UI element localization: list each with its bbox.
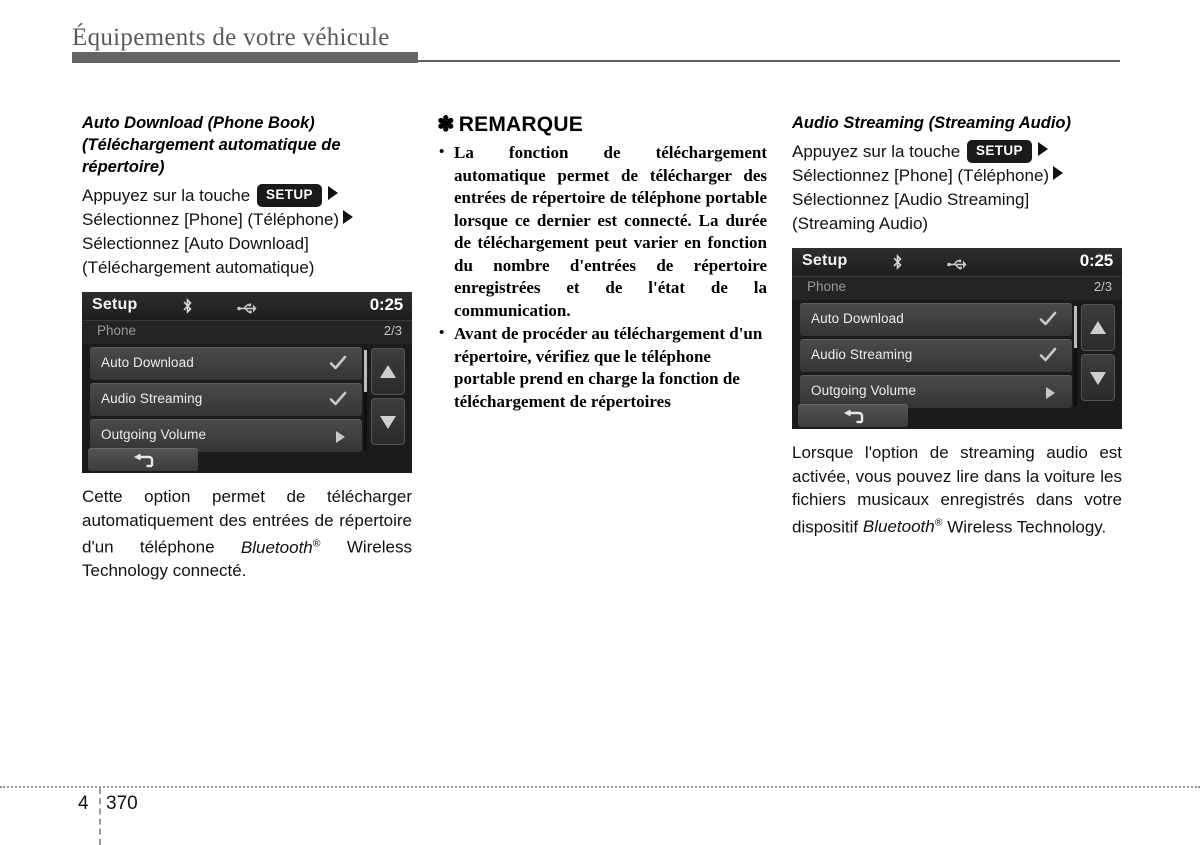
back-arrow-icon bbox=[842, 408, 864, 425]
note-column: ✽REMARQUE La fonction de téléchargement … bbox=[437, 112, 767, 414]
setup-key-chip[interactable]: SETUP bbox=[256, 184, 322, 207]
right-step-1-text: Appuyez sur la touche bbox=[792, 142, 961, 161]
left-step-2-text: Sélectionnez [Phone] (Téléphone) bbox=[82, 210, 340, 229]
page-title: Équipements de votre véhicule bbox=[72, 24, 390, 51]
check-icon bbox=[1038, 309, 1058, 329]
device-screen-audio-streaming[interactable]: Setup 0:25 Phone 2/3 Auto Download Audio… bbox=[792, 248, 1122, 429]
device-row-label: Outgoing Volume bbox=[101, 427, 207, 442]
device-menu-list: Auto Download Audio Streaming Outgoing V… bbox=[800, 303, 1072, 411]
device-status-bar: Setup 0:25 bbox=[792, 248, 1122, 277]
device-sub-bar: Phone 2/3 bbox=[792, 277, 1122, 300]
device-scrollbar-thumb[interactable] bbox=[1074, 306, 1077, 348]
bluetooth-icon bbox=[892, 254, 903, 270]
check-icon bbox=[1038, 345, 1058, 365]
device-row-label: Outgoing Volume bbox=[811, 383, 917, 398]
note-bullet-text: Avant de procéder au téléchargement d'un… bbox=[454, 324, 763, 411]
triangle-down-icon bbox=[380, 416, 396, 429]
device-scroll-up-button[interactable] bbox=[1081, 304, 1115, 351]
device-title: Setup bbox=[92, 296, 138, 313]
device-back-button[interactable] bbox=[88, 448, 198, 471]
device-scroll-up-button[interactable] bbox=[371, 348, 405, 395]
usb-icon bbox=[237, 301, 257, 314]
device-row-label: Auto Download bbox=[811, 311, 904, 326]
device-subtitle: Phone bbox=[807, 279, 847, 294]
right-step-2: Sélectionnez [Phone] (Téléphone) bbox=[792, 164, 1122, 188]
left-step-4: (Téléchargement automatique) bbox=[82, 258, 315, 277]
arrow-right-icon bbox=[1037, 142, 1048, 156]
right-step-2-text: Sélectionnez [Phone] (Téléphone) bbox=[792, 166, 1050, 185]
footer-vertical-divider bbox=[99, 788, 101, 845]
triangle-down-icon bbox=[1090, 372, 1106, 385]
device-row-audio-streaming[interactable]: Audio Streaming bbox=[800, 339, 1072, 372]
left-step-3: Sélectionnez [Auto Download] bbox=[82, 234, 309, 253]
header-rule bbox=[72, 52, 1120, 63]
device-back-button[interactable] bbox=[798, 404, 908, 427]
device-clock: 0:25 bbox=[369, 295, 403, 314]
left-step-1: Appuyez sur la touche SETUP bbox=[82, 184, 412, 208]
left-section-heading: Auto Download (Phone Book) (Téléchargeme… bbox=[82, 114, 341, 176]
bluetooth-word: Bluetooth bbox=[240, 537, 313, 557]
device-row-auto-download[interactable]: Auto Download bbox=[800, 303, 1072, 336]
right-column: Audio Streaming (Streaming Audio) Appuye… bbox=[792, 112, 1122, 539]
check-icon bbox=[328, 389, 348, 409]
device-page-indicator: 2/3 bbox=[1093, 279, 1112, 294]
registered-mark: ® bbox=[312, 537, 321, 549]
back-arrow-icon bbox=[132, 452, 154, 469]
note-bullet-text: La fonction de téléchargement automatiqu… bbox=[454, 143, 767, 320]
arrow-right-icon bbox=[327, 186, 338, 200]
right-section-heading: Audio Streaming (Streaming Audio) bbox=[792, 114, 1071, 132]
note-heading: ✽ REMARQUE bbox=[437, 112, 767, 137]
device-status-bar: Setup 0:25 bbox=[82, 292, 412, 321]
device-scroll-down-button[interactable] bbox=[1081, 354, 1115, 401]
check-icon bbox=[328, 353, 348, 373]
bluetooth-icon bbox=[182, 298, 193, 314]
device-page-indicator: 2/3 bbox=[383, 323, 402, 338]
left-body-text: Cette option permet de télécharger autom… bbox=[82, 485, 412, 583]
device-clock: 0:25 bbox=[1079, 251, 1113, 270]
right-body-text: Lorsque l'option de streaming audio est … bbox=[792, 441, 1122, 539]
footer-divider bbox=[0, 786, 1200, 788]
device-sub-bar: Phone 2/3 bbox=[82, 321, 412, 344]
footer-page-number: 370 bbox=[106, 793, 138, 814]
right-steps: Appuyez sur la touche SETUP Sélectionnez… bbox=[792, 140, 1122, 236]
usb-icon bbox=[947, 257, 967, 270]
chevron-right-icon bbox=[336, 431, 345, 443]
device-screen-auto-download[interactable]: Setup 0:25 Phone 2/3 Auto Download Audio… bbox=[82, 292, 412, 473]
footer-chapter-number: 4 bbox=[78, 793, 89, 814]
note-bullet-list: La fonction de téléchargement automatiqu… bbox=[437, 141, 767, 413]
chevron-right-icon bbox=[1046, 387, 1055, 399]
bluetooth-wordmark: Bluetooth® bbox=[240, 537, 321, 557]
device-subtitle: Phone bbox=[97, 323, 137, 338]
arrow-right-icon bbox=[343, 210, 354, 224]
note-heading-label: REMARQUE bbox=[458, 113, 583, 136]
setup-key-chip[interactable]: SETUP bbox=[966, 140, 1032, 163]
triangle-up-icon bbox=[380, 365, 396, 378]
device-row-label: Audio Streaming bbox=[101, 391, 203, 406]
asterisk-icon: ✽ bbox=[437, 113, 455, 136]
note-bullet: La fonction de téléchargement automatiqu… bbox=[437, 141, 767, 322]
right-step-4: (Streaming Audio) bbox=[792, 214, 929, 233]
device-row-label: Audio Streaming bbox=[811, 347, 913, 362]
triangle-up-icon bbox=[1090, 321, 1106, 334]
bluetooth-wordmark: Bluetooth® bbox=[862, 517, 943, 537]
right-step-3: Sélectionnez [Audio Streaming] bbox=[792, 190, 1030, 209]
device-row-audio-streaming[interactable]: Audio Streaming bbox=[90, 383, 362, 416]
arrow-right-icon bbox=[1053, 166, 1064, 180]
device-title: Setup bbox=[802, 252, 848, 269]
device-row-auto-download[interactable]: Auto Download bbox=[90, 347, 362, 380]
device-scroll-down-button[interactable] bbox=[371, 398, 405, 445]
device-menu-list: Auto Download Audio Streaming Outgoing V… bbox=[90, 347, 362, 455]
left-column: Auto Download (Phone Book) (Téléchargeme… bbox=[82, 112, 412, 583]
note-bullet: Avant de procéder au téléchargement d'un… bbox=[437, 322, 767, 413]
bluetooth-word: Bluetooth bbox=[862, 517, 935, 537]
left-step-2: Sélectionnez [Phone] (Téléphone) bbox=[82, 208, 412, 232]
device-row-label: Auto Download bbox=[101, 355, 194, 370]
header-rule-thin bbox=[418, 60, 1120, 62]
right-body-after: Wireless Technology. bbox=[942, 517, 1107, 537]
device-scrollbar-thumb[interactable] bbox=[364, 350, 367, 392]
right-step-1: Appuyez sur la touche SETUP bbox=[792, 140, 1122, 164]
left-steps: Appuyez sur la touche SETUP Sélectionnez… bbox=[82, 184, 412, 280]
left-step-1-text: Appuyez sur la touche bbox=[82, 186, 251, 205]
header-rule-thick bbox=[72, 52, 418, 63]
